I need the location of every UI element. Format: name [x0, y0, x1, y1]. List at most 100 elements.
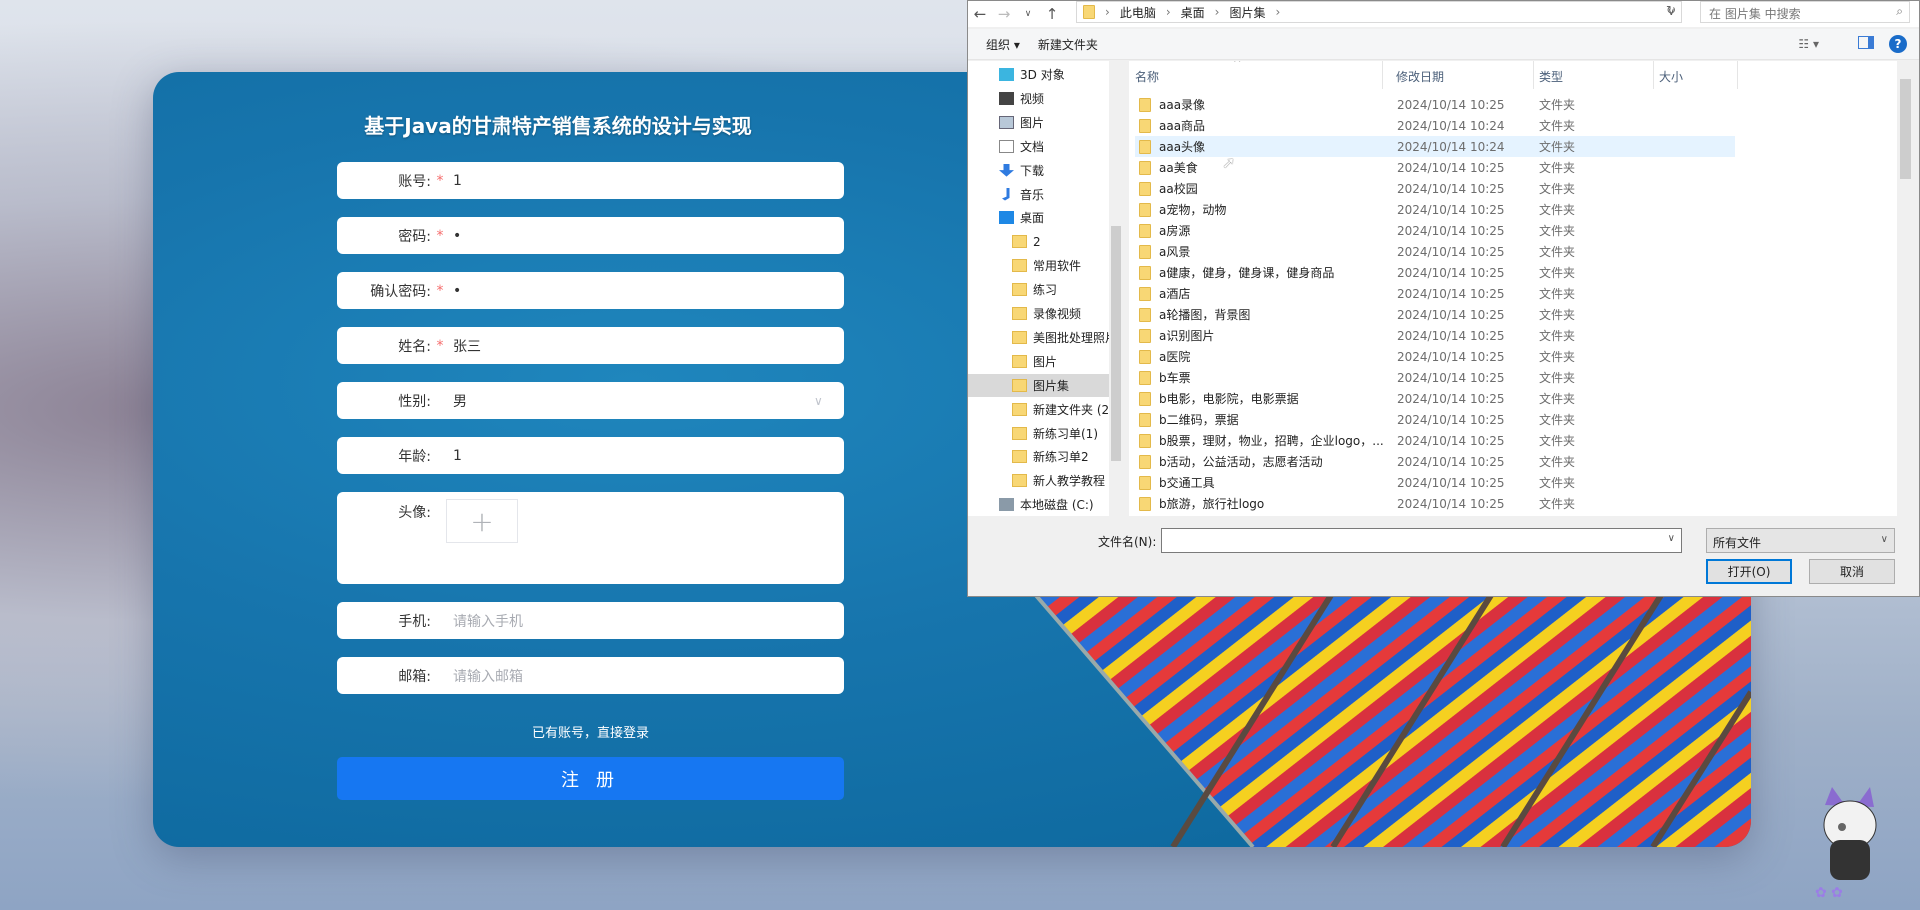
file-row[interactable]: b车票 2024/10/14 10:25 文件夹 [1135, 367, 1735, 388]
folder-icon [1012, 235, 1027, 249]
column-name[interactable]: 名称 [1135, 68, 1159, 85]
forward-icon[interactable]: → [992, 5, 1016, 23]
file-row[interactable]: b电影，电影院，电影票据 2024/10/14 10:25 文件夹 [1135, 388, 1735, 409]
recent-dropdown-icon[interactable]: ∨ [1016, 9, 1040, 19]
nav-item[interactable]: 2 [968, 230, 1109, 253]
search-placeholder: 在 图片集 中搜索 [1709, 7, 1801, 21]
file-date: 2024/10/14 10:25 [1397, 328, 1505, 343]
field-input[interactable]: 男 [449, 391, 814, 411]
file-row[interactable]: a医院 2024/10/14 10:25 文件夹 [1135, 346, 1735, 367]
file-date: 2024/10/14 10:24 [1397, 139, 1505, 154]
organize-button[interactable]: 组织 ▾ [986, 36, 1020, 53]
avatar-upload-button[interactable]: + [446, 499, 518, 543]
file-row[interactable]: b活动，公益活动，志愿者活动 2024/10/14 10:25 文件夹 [1135, 451, 1735, 472]
up-icon[interactable]: ↑ [1040, 5, 1064, 23]
field-input[interactable]: 1 [449, 173, 844, 189]
folder-icon [1139, 223, 1151, 238]
nav-item[interactable]: 美图批处理照片 [968, 326, 1109, 349]
nav-item[interactable]: 练习 [968, 278, 1109, 301]
file-row[interactable]: a风景 2024/10/14 10:25 文件夹 [1135, 241, 1735, 262]
nav-item[interactable]: 新练习单2 [968, 445, 1109, 468]
folder-icon [1139, 202, 1151, 217]
chevron-down-icon[interactable]: ∨ [1668, 533, 1675, 544]
nav-item-label: 图片 [1020, 115, 1045, 130]
filetype-select[interactable]: 所有文件 ∨ [1706, 528, 1895, 553]
nav-item[interactable]: 图片集 [968, 373, 1109, 397]
file-type: 文件夹 [1539, 455, 1576, 469]
search-input[interactable]: 在 图片集 中搜索 ⌕ [1700, 1, 1910, 23]
login-link[interactable]: 已有账号，直接登录 [337, 722, 844, 741]
new-folder-button[interactable]: 新建文件夹 [1038, 36, 1098, 53]
chevron-down-icon[interactable]: ∨ [814, 394, 844, 408]
file-date: 2024/10/14 10:25 [1397, 412, 1505, 427]
nav-item[interactable]: 视频 [968, 87, 1109, 110]
file-row[interactable]: b二维码，票据 2024/10/14 10:25 文件夹 [1135, 409, 1735, 430]
refresh-icon[interactable]: ↻ [1666, 3, 1676, 17]
open-button[interactable]: 打开(O) [1706, 559, 1792, 584]
column-size[interactable]: 大小 [1659, 68, 1683, 85]
view-options-icon[interactable]: ☷ ▾ [1798, 37, 1819, 51]
file-row[interactable]: a识别图片 2024/10/14 10:25 文件夹 [1135, 325, 1735, 346]
breadcrumb-item[interactable]: 桌面 [1181, 4, 1205, 21]
register-button[interactable]: 注 册 [337, 757, 844, 800]
nav-item[interactable]: 本地磁盘 (C:) [968, 493, 1109, 516]
breadcrumb[interactable]: › 此电脑 › 桌面 › 图片集 › ∨ [1076, 1, 1682, 23]
file-row[interactable]: b旅游，旅行社logo 2024/10/14 10:25 文件夹 [1135, 493, 1735, 514]
field-label: 性别: [398, 393, 431, 410]
breadcrumb-item[interactable]: 图片集 [1229, 4, 1265, 21]
file-name: b股票，理财，物业，招聘，企业logo，... [1159, 434, 1384, 448]
required-mark: * [436, 282, 444, 299]
field-input[interactable]: • [449, 228, 844, 244]
nav-item[interactable]: 图片 [968, 111, 1109, 134]
file-row[interactable]: a轮播图，背景图 2024/10/14 10:25 文件夹 [1135, 304, 1735, 325]
file-row[interactable]: a宠物，动物 2024/10/14 10:25 文件夹 [1135, 199, 1735, 220]
help-icon[interactable]: ? [1889, 35, 1907, 53]
folder-icon [1139, 118, 1151, 133]
back-icon[interactable]: ← [968, 5, 992, 23]
file-row[interactable]: a房源 2024/10/14 10:25 文件夹 [1135, 220, 1735, 241]
plus-icon: + [470, 504, 494, 538]
nav-item-label: 录像视频 [1033, 307, 1082, 321]
folder-icon [1139, 328, 1151, 343]
nav-item[interactable]: 文档 [968, 135, 1109, 158]
folder-icon [1139, 181, 1151, 196]
column-type[interactable]: 类型 [1539, 68, 1563, 85]
nav-item[interactable]: 音乐 [968, 183, 1109, 206]
file-row[interactable]: a健康，健身，健身课，健身商品 2024/10/14 10:25 文件夹 [1135, 262, 1735, 283]
field-input[interactable]: 请输入邮箱 [449, 666, 844, 686]
file-row[interactable]: aaa商品 2024/10/14 10:24 文件夹 [1135, 115, 1735, 136]
file-row[interactable]: a酒店 2024/10/14 10:25 文件夹 [1135, 283, 1735, 304]
field-input[interactable]: 请输入手机 [449, 611, 844, 631]
file-row[interactable]: b交通工具 2024/10/14 10:25 文件夹 [1135, 472, 1735, 493]
field-input[interactable]: 1 [449, 448, 844, 464]
nav-item[interactable]: 3D 对象 [968, 63, 1109, 86]
nav-item[interactable]: 常用软件 [968, 254, 1109, 277]
field-input[interactable]: • [449, 283, 844, 299]
file-open-dialog: ← → ∨ ↑ › 此电脑 › 桌面 › 图片集 › ∨ ↻ 在 图片集 中搜索 ⌕ 组… [967, 0, 1920, 597]
column-date[interactable]: 修改日期 [1396, 68, 1444, 85]
navigation-pane: 3D 对象 视频 图片 文档 下载 音乐 桌面 2 常用软件 练习 录像视频 美图批处理照片 图片 图片集… [968, 61, 1122, 516]
folder-icon [1139, 412, 1151, 427]
nav-item[interactable]: 下载 [968, 159, 1109, 182]
nav-item[interactable]: 图片 [968, 350, 1109, 373]
file-row[interactable]: b股票，理财，物业，招聘，企业logo，... 2024/10/14 10:25 文… [1135, 430, 1735, 451]
nav-item[interactable]: 新人教学教程 [968, 469, 1109, 492]
file-row[interactable]: aaa录像 2024/10/14 10:25 文件夹 [1135, 94, 1735, 115]
nav-item[interactable]: 新建文件夹 (2) [968, 398, 1109, 421]
cancel-button[interactable]: 取消 [1809, 559, 1895, 584]
folder-icon [1139, 286, 1151, 301]
nav-item[interactable]: 桌面 [968, 206, 1109, 229]
form-row: 账号: * 1 [337, 162, 844, 199]
file-type: 文件夹 [1539, 413, 1576, 427]
file-list-scrollbar[interactable] [1897, 61, 1914, 516]
nav-scrollbar[interactable] [1109, 61, 1122, 516]
file-date: 2024/10/14 10:25 [1397, 223, 1505, 238]
filename-input[interactable]: ∨ [1161, 528, 1682, 553]
file-row[interactable]: aa校园 2024/10/14 10:25 文件夹 [1135, 178, 1735, 199]
nav-item[interactable]: 新练习单(1) [968, 422, 1109, 445]
preview-pane-icon[interactable] [1858, 36, 1874, 49]
file-name: a房源 [1159, 224, 1191, 238]
breadcrumb-item[interactable]: 此电脑 [1120, 4, 1156, 21]
nav-item[interactable]: 录像视频 [968, 302, 1109, 325]
field-input[interactable]: 张三 [449, 336, 844, 356]
